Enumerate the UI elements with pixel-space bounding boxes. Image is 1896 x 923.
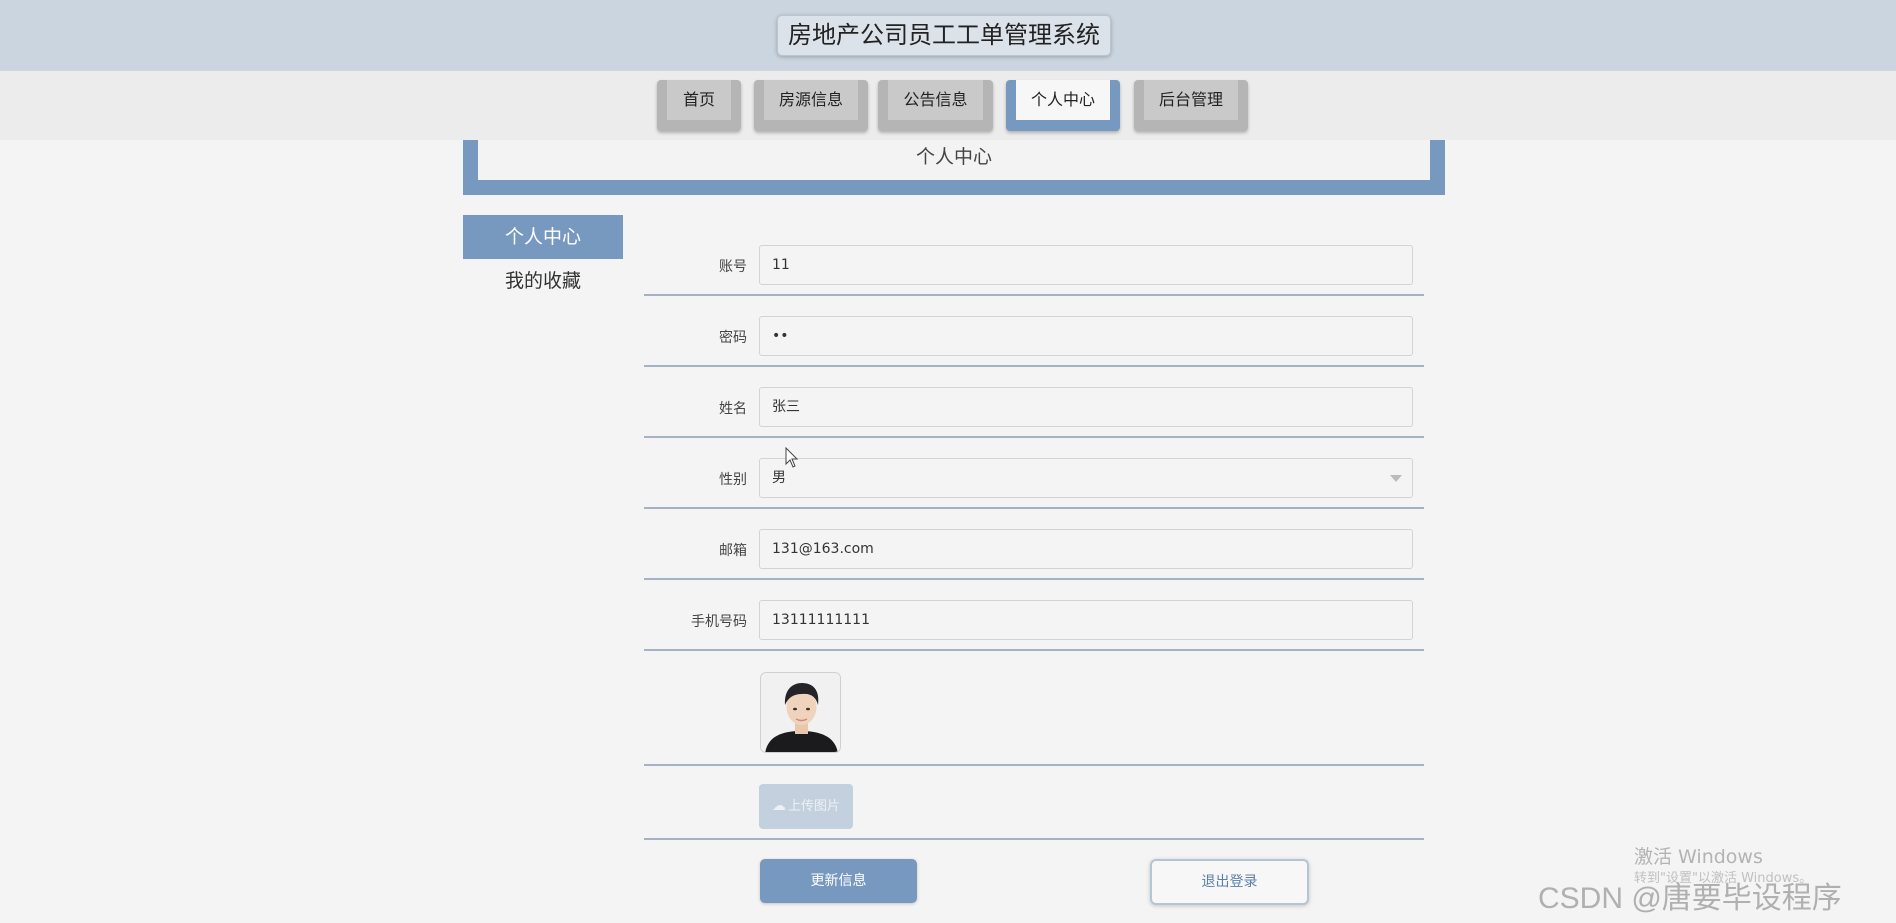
password-label: 密码 [719, 330, 747, 346]
section-banner: 个人中心 [463, 140, 1445, 195]
name-label: 姓名 [719, 401, 747, 417]
chevron-down-icon [1390, 475, 1402, 482]
phone-label: 手机号码 [691, 614, 747, 630]
sidebar-item-favorites[interactable]: 我的收藏 [463, 259, 623, 303]
nav-tab-label: 房源信息 [764, 80, 858, 120]
account-input[interactable]: 11 [759, 245, 1413, 285]
nav-tab-label: 公告信息 [888, 80, 983, 120]
nav-tab-admin[interactable]: 后台管理 [1134, 80, 1248, 131]
avatar [760, 672, 841, 753]
update-info-button[interactable]: 更新信息 [760, 859, 917, 903]
nav-tab-home[interactable]: 首页 [657, 80, 741, 131]
email-input[interactable]: 131@163.com [759, 529, 1413, 569]
nav-tab-label: 首页 [667, 80, 731, 120]
mouse-cursor-icon [785, 447, 799, 468]
form-row-name: 姓名 张三 [644, 387, 1424, 438]
main-nav: 首页 房源信息 公告信息 个人中心 后台管理 [0, 71, 1896, 140]
gender-select[interactable]: 男 [759, 458, 1413, 498]
site-title: 房地产公司员工工单管理系统 [777, 15, 1111, 56]
gender-label: 性别 [719, 472, 747, 488]
windows-activation-text: 激活 Windows [1634, 846, 1763, 868]
gender-value: 男 [772, 470, 786, 486]
form-row-phone: 手机号码 13111111111 [644, 600, 1424, 651]
cloud-upload-icon: ☁ [771, 798, 786, 814]
account-label: 账号 [719, 259, 747, 275]
sidebar-item-profile[interactable]: 个人中心 [463, 215, 623, 259]
form-row-password: 密码 •• [644, 316, 1424, 367]
form-row-account: 账号 11 [644, 245, 1424, 296]
section-title: 个人中心 [478, 140, 1430, 180]
logout-button[interactable]: 退出登录 [1150, 859, 1309, 905]
nav-tab-label: 个人中心 [1016, 80, 1110, 120]
phone-input[interactable]: 13111111111 [759, 600, 1413, 640]
nav-tab-announcements[interactable]: 公告信息 [878, 80, 993, 131]
header-bar: 房地产公司员工工单管理系统 [0, 0, 1896, 71]
nav-tab-listings[interactable]: 房源信息 [754, 80, 868, 131]
form-row-gender: 性别 男 [644, 458, 1424, 509]
upload-image-button[interactable]: ☁ 上传图片 [759, 784, 853, 829]
password-input[interactable]: •• [759, 316, 1413, 356]
name-input[interactable]: 张三 [759, 387, 1413, 427]
csdn-watermark: CSDN @唐要毕设程序 [1538, 882, 1842, 915]
nav-tab-label: 后台管理 [1144, 80, 1238, 120]
upload-label: 上传图片 [787, 799, 840, 814]
nav-tab-profile[interactable]: 个人中心 [1006, 80, 1120, 131]
form-row-email: 邮箱 131@163.com [644, 529, 1424, 580]
email-label: 邮箱 [719, 543, 747, 559]
